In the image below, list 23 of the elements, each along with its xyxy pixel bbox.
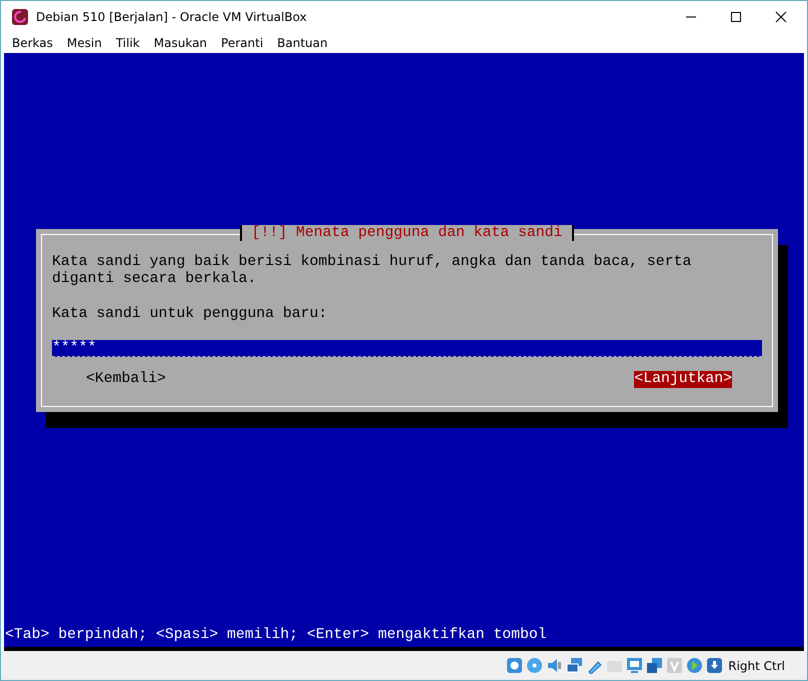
dialog-button[interactable]: <Kembali> <box>86 371 166 388</box>
menu-item[interactable]: Masukan <box>154 36 208 50</box>
help-line: <Tab> berpindah; <Spasi> memilih; <Enter> mengaktifkan tombol <box>4 627 548 645</box>
dialog-message: Kata sandi yang baik berisi kombinasi huruf, angka dan tanda baca, serta diganti secara berkala. <box>52 254 692 288</box>
host-key-label: Right Ctrl <box>728 658 785 672</box>
prompt-label: Kata sandi untuk pengguna baru: <box>52 306 328 322</box>
menu-item[interactable]: Bantuan <box>277 36 328 50</box>
dialog-title: [!!] Menata pengguna dan kata sandi <box>240 225 574 241</box>
network-icon[interactable] <box>566 657 584 674</box>
menu-item[interactable]: Tilik <box>116 36 140 50</box>
dialog-button[interactable]: <Lanjutkan> <box>634 371 732 388</box>
app-icon <box>12 8 28 24</box>
maximize-icon[interactable] <box>730 10 742 22</box>
close-icon[interactable] <box>775 10 787 22</box>
password-field[interactable]: ***** <box>52 340 762 357</box>
menu-item[interactable]: Peranti <box>221 36 264 50</box>
window-title: Debian 510 [Berjalan] - Oracle VM VirtualBox <box>36 10 307 24</box>
speaker-icon[interactable] <box>546 657 564 674</box>
display-icon[interactable] <box>626 657 644 674</box>
optical-disc-icon[interactable] <box>526 657 544 674</box>
windows-icon[interactable] <box>646 657 664 674</box>
menu-item[interactable]: Berkas <box>12 36 53 50</box>
menu-item[interactable]: Mesin <box>66 36 102 50</box>
